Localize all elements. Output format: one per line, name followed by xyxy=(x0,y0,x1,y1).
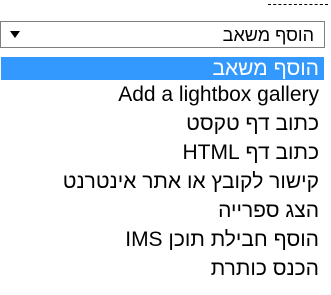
option-add-ims-content-package[interactable]: הוסף חבילת תוכן IMS xyxy=(1,225,324,254)
option-insert-label[interactable]: הכנס כותרת xyxy=(1,254,324,283)
dashed-border-fragment xyxy=(268,0,328,5)
option-compose-html-page[interactable]: כתוב דף HTML xyxy=(1,138,324,167)
dropdown-arrow-icon[interactable] xyxy=(10,31,20,38)
option-link-to-file-or-website[interactable]: קישור לקובץ או אתר אינטרנט xyxy=(1,167,324,196)
option-add-lightbox-gallery[interactable]: Add a lightbox gallery xyxy=(1,80,324,109)
select-current-value: הוסף משאב xyxy=(222,25,314,45)
option-display-directory[interactable]: הצג ספרייה xyxy=(1,196,324,225)
option-add-resource[interactable]: הוסף משאב xyxy=(1,57,324,80)
dropdown-options-list: הוסף משאב Add a lightbox gallery כתוב דף… xyxy=(1,57,324,283)
add-resource-select[interactable]: הוסף משאב xyxy=(0,21,325,48)
option-compose-text-page[interactable]: כתוב דף טקסט xyxy=(1,109,324,138)
